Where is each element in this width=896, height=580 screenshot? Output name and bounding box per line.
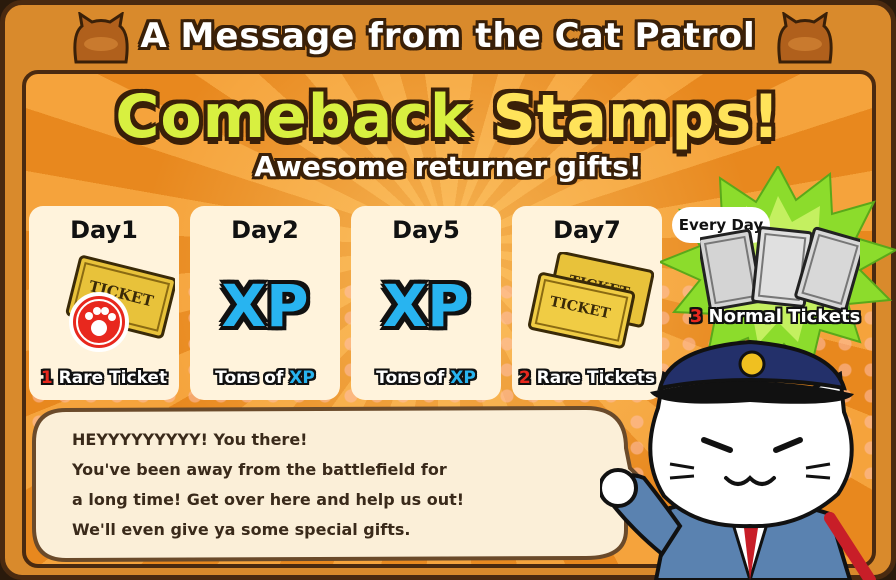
stamp-card-day2: Day2 XP Tons of XP: [190, 206, 340, 400]
normal-tickets-icon: [700, 226, 860, 312]
officer-message: HEYYYYYYYYY! You there! You've been away…: [72, 425, 552, 545]
reward-xp: XP: [289, 368, 315, 388]
banner-title-part2: Stamps!: [492, 82, 781, 152]
cat-head-ornament-icon: [73, 12, 129, 64]
stamp-day-label: Day1: [70, 216, 138, 244]
cat-head-ornament-icon: [777, 12, 833, 64]
reward-text: Tons of: [376, 368, 445, 388]
event-popup: A Message from the Cat Patrol Comeback S…: [0, 0, 896, 580]
stamp-reward-label: 1 Rare Ticket: [29, 368, 179, 388]
reward-text: Tons of: [215, 368, 284, 388]
banner-title: Comeback Stamps!: [0, 82, 896, 152]
stamp-day-label: Day2: [231, 216, 299, 244]
xp-icon: XP: [382, 272, 470, 340]
stamp-card-day1: Day1 TICKET 1 Rare Ticket: [29, 206, 179, 400]
reward-count: 2: [518, 368, 531, 388]
message-line: You've been away from the battlefield fo…: [72, 460, 447, 479]
message-line: We'll even give ya some special gifts.: [72, 520, 411, 539]
reward-xp: XP: [450, 368, 476, 388]
banner-title-part1: Comeback: [115, 82, 471, 152]
police-cat-character: [600, 339, 876, 580]
header-title: A Message from the Cat Patrol: [140, 16, 756, 56]
reward-text: Rare Ticket: [58, 368, 168, 388]
stamp-reward-label: Tons of XP: [190, 368, 340, 388]
message-line: HEYYYYYYYYY! You there!: [72, 430, 308, 449]
stamp-day-label: Day5: [392, 216, 460, 244]
stamp-card-day5: Day5 XP Tons of XP: [351, 206, 501, 400]
xp-icon: XP: [221, 272, 309, 340]
reward-count: 1: [40, 368, 53, 388]
rare-ticket-icon: TICKET: [65, 255, 175, 352]
message-line: a long time! Get over here and help us o…: [72, 490, 465, 509]
stamp-day-label: Day7: [553, 216, 621, 244]
stamp-reward-label: Tons of XP: [351, 368, 501, 388]
popup-header: A Message from the Cat Patrol: [0, 0, 896, 72]
